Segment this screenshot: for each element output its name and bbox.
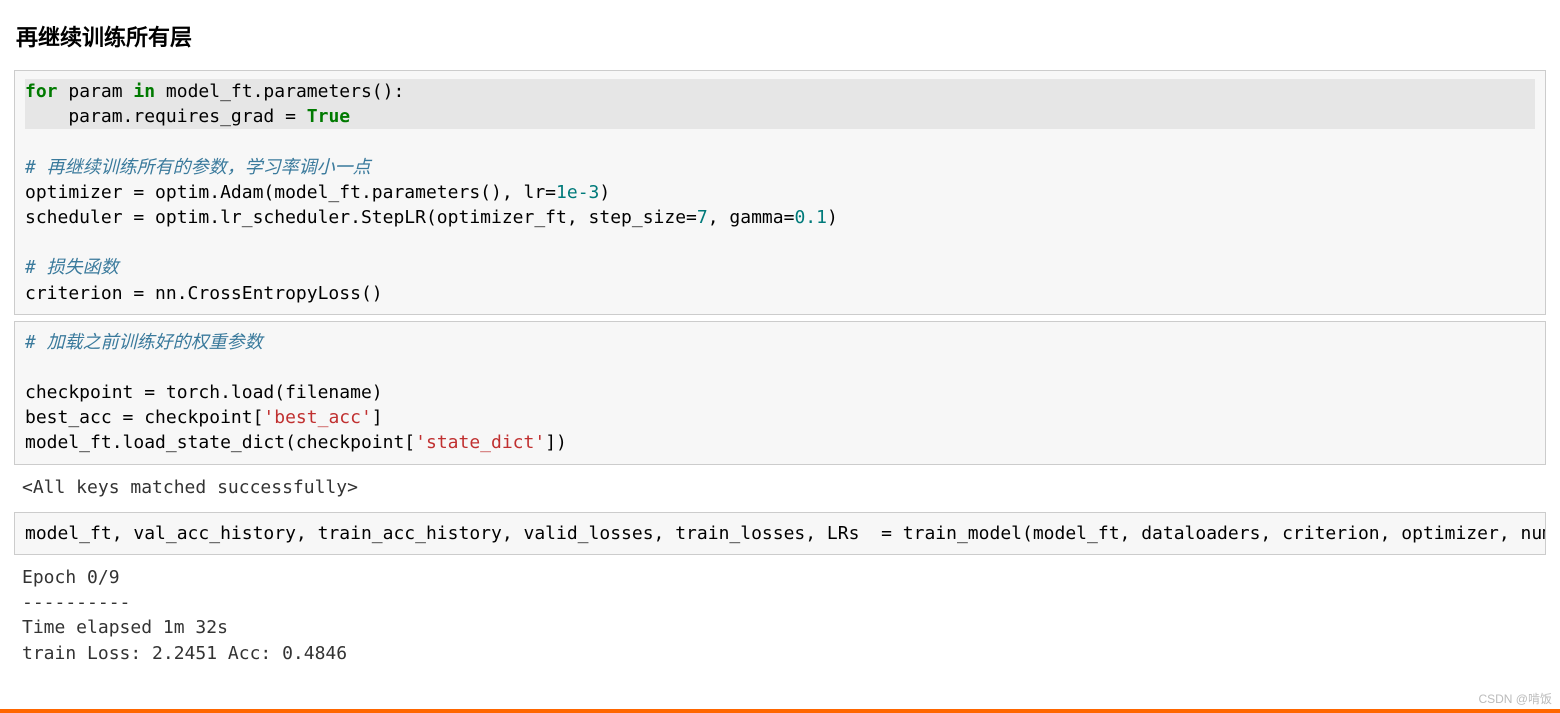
code-comment: # 损失函数 (25, 257, 119, 278)
code-token: criterion = nn.CrossEntropyLoss() (25, 283, 383, 304)
code-token: optimizer = optim.Adam(model_ft.paramete… (25, 182, 556, 203)
code-token: 0.1 (794, 207, 827, 228)
code-token: checkpoint = torch.load(filename) (25, 382, 383, 403)
code-token: scheduler = optim.lr_scheduler.StepLR(op… (25, 207, 697, 228)
code-token: True (307, 106, 350, 127)
output-cell-3: Epoch 0/9 ---------- Time elapsed 1m 32s… (14, 561, 1546, 670)
code-token: 1e-3 (556, 182, 599, 203)
code-token: 7 (697, 207, 708, 228)
code-token: ]) (545, 432, 567, 453)
code-token: in (133, 81, 155, 102)
code-token: model_ft.parameters(): (155, 81, 404, 102)
code-comment: # 再继续训练所有的参数，学习率调小一点 (25, 157, 371, 178)
section-heading: 再继续训练所有层 (16, 20, 1544, 52)
code-token: param.requires_grad = (25, 106, 307, 127)
watermark: CSDN @啃饭 (1478, 690, 1552, 707)
code-token: ) (827, 207, 838, 228)
code-cell-1[interactable]: for param in model_ft.parameters(): para… (14, 70, 1546, 315)
code-token: model_ft, val_acc_history, train_acc_his… (25, 523, 1546, 544)
code-token: 'best_acc' (263, 407, 371, 428)
code-cell-2[interactable]: # 加载之前训练好的权重参数 checkpoint = torch.load(f… (14, 321, 1546, 465)
code-comment: # 加载之前训练好的权重参数 (25, 332, 263, 353)
code-cell-3[interactable]: model_ft, val_acc_history, train_acc_his… (14, 512, 1546, 555)
code-token: 'state_dict' (415, 432, 545, 453)
code-token: ] (372, 407, 383, 428)
code-token: , gamma= (708, 207, 795, 228)
bottom-accent-bar (0, 709, 1560, 713)
code-token: model_ft.load_state_dict(checkpoint[ (25, 432, 415, 453)
code-token: best_acc = checkpoint[ (25, 407, 263, 428)
code-token: for (25, 81, 58, 102)
code-token: param (58, 81, 134, 102)
output-cell-2: <All keys matched successfully> (14, 471, 1546, 504)
code-token: ) (599, 182, 610, 203)
